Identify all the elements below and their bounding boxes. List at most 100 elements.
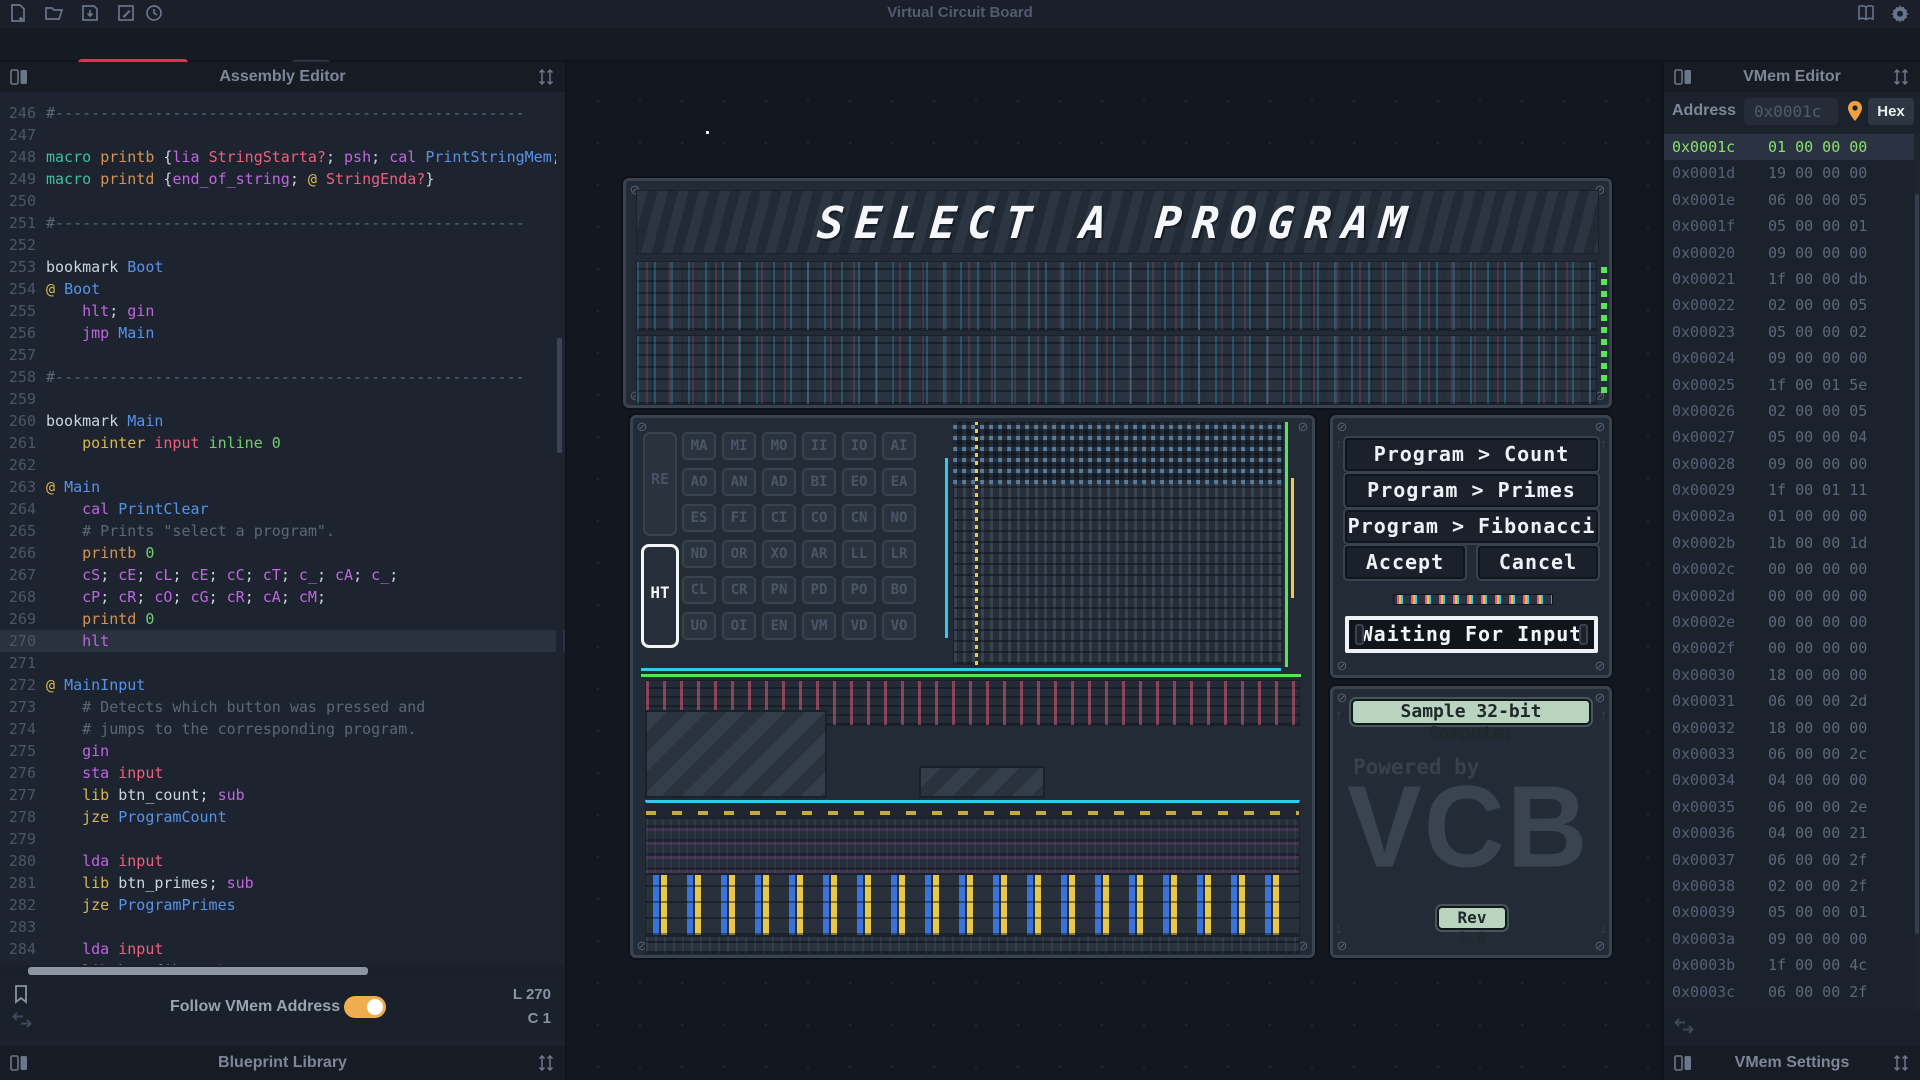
- probe-cell-oi[interactable]: OI: [722, 612, 756, 640]
- vmem-editor-header[interactable]: VMem Editor: [1664, 62, 1920, 92]
- vmem-row[interactable]: 0x0002a01 00 00 00: [1664, 503, 1914, 529]
- code-line[interactable]: 255 hlt; gin: [0, 300, 565, 322]
- vmem-row[interactable]: 0x0003018 00 00 00: [1664, 662, 1914, 688]
- vmem-row[interactable]: 0x0002e00 00 00 00: [1664, 609, 1914, 635]
- code-line[interactable]: 254@ Boot: [0, 278, 565, 300]
- probe-cell-io[interactable]: IO: [842, 432, 876, 460]
- code-line[interactable]: 251#------------------------------------…: [0, 212, 565, 234]
- code-line[interactable]: 253bookmark Boot: [0, 256, 565, 278]
- probe-cell-eo[interactable]: EO: [842, 468, 876, 496]
- code-line[interactable]: 276 sta input: [0, 762, 565, 784]
- panel-resize-icon[interactable]: [537, 69, 555, 85]
- control-board[interactable]: ⊘ ⊘ ⊘ ⊘ ↑ ↑ Program > CountProgram > Pri…: [1330, 415, 1612, 678]
- vmem-row[interactable]: 0x0003106 00 00 2d: [1664, 688, 1914, 714]
- probe-cell-vm[interactable]: VM: [802, 612, 836, 640]
- probe-cell-bo[interactable]: BO: [882, 576, 916, 604]
- code-line[interactable]: 256 jmp Main: [0, 322, 565, 344]
- vmem-row[interactable]: 0x0003802 00 00 2f: [1664, 873, 1914, 899]
- code-line[interactable]: 284 lda input: [0, 938, 565, 960]
- probe-cell-halt[interactable]: HT: [641, 544, 679, 648]
- code-line[interactable]: 248macro printb {lia StringStarta?; psh;…: [0, 146, 565, 168]
- code-line[interactable]: 279: [0, 828, 565, 850]
- vmem-settings-header[interactable]: VMem Settings: [1664, 1046, 1920, 1080]
- code-line[interactable]: 278 jze ProgramCount: [0, 806, 565, 828]
- code-line[interactable]: 249macro printd {end_of_string; @ String…: [0, 168, 565, 190]
- scrollbar-thumb[interactable]: [557, 338, 562, 453]
- probe-cell-xo[interactable]: XO: [762, 540, 796, 568]
- panel-resize-icon[interactable]: [1892, 1055, 1910, 1071]
- code-line[interactable]: 247: [0, 124, 565, 146]
- panel-resize-icon[interactable]: [537, 1055, 555, 1071]
- swap-icon[interactable]: [12, 1012, 32, 1028]
- code-line[interactable]: 283: [0, 916, 565, 938]
- program-button-primes[interactable]: Program > Primes: [1345, 474, 1598, 507]
- probe-cell-uo[interactable]: UO: [682, 612, 716, 640]
- vmem-row[interactable]: 0x0002202 00 00 05: [1664, 292, 1914, 318]
- vmem-row[interactable]: 0x0003b1f 00 00 4c: [1664, 952, 1914, 978]
- probe-cell-ea[interactable]: EA: [882, 468, 916, 496]
- code-line[interactable]: 261 pointer input inline 0: [0, 432, 565, 454]
- code-vertical-scrollbar[interactable]: [556, 92, 563, 965]
- cpu-board[interactable]: ⊘ ⊘ ⊘ ⊘ RE HT MAMIMOIIIOAIAOANADBIEOEAES…: [630, 415, 1315, 958]
- probe-cell-cn[interactable]: CN: [842, 504, 876, 532]
- vmem-row[interactable]: 0x0002809 00 00 00: [1664, 451, 1914, 477]
- marquee-board[interactable]: ⊘ ⊘ ⊘ ⊘ SELECT A PROGRAM: [623, 178, 1612, 408]
- probe-cell-ci[interactable]: CI: [762, 504, 796, 532]
- probe-cell-ll[interactable]: LL: [842, 540, 876, 568]
- vmem-row[interactable]: 0x000291f 00 01 11: [1664, 477, 1914, 503]
- code-line[interactable]: 259: [0, 388, 565, 410]
- vmem-row[interactable]: 0x0002f00 00 00 00: [1664, 635, 1914, 661]
- vmem-row[interactable]: 0x0002409 00 00 00: [1664, 345, 1914, 371]
- code-line[interactable]: 263@ Main: [0, 476, 565, 498]
- goto-pin-icon[interactable]: [1846, 100, 1864, 122]
- vmem-row[interactable]: 0x0003905 00 00 01: [1664, 899, 1914, 925]
- address-input[interactable]: 0x0001c: [1744, 98, 1838, 125]
- branding-board[interactable]: ⊘ ⊘ ⊘ ⊘ ↑ ↑ ↓ ↓ Sample 32-bit Computer P…: [1330, 686, 1612, 958]
- vmem-row[interactable]: 0x0003218 00 00 00: [1664, 715, 1914, 741]
- code-line[interactable]: 277 lib btn_count; sub: [0, 784, 565, 806]
- code-editor[interactable]: 246#------------------------------------…: [0, 92, 565, 965]
- code-horizontal-scrollbar[interactable]: [0, 965, 565, 977]
- open-file-icon[interactable]: [44, 3, 64, 23]
- code-line[interactable]: 267 cS; cE; cL; cE; cC; cT; c_; cA; c_;: [0, 564, 565, 586]
- probe-cell-bi[interactable]: BI: [802, 468, 836, 496]
- probe-cell-ii[interactable]: II: [802, 432, 836, 460]
- edit-file-icon[interactable]: [116, 3, 136, 23]
- vmem-row[interactable]: 0x0003c06 00 00 2f: [1664, 979, 1914, 1005]
- code-line[interactable]: 265 # Prints "select a program".: [0, 520, 565, 542]
- panel-resize-icon[interactable]: [1892, 69, 1910, 85]
- probe-cell-an[interactable]: AN: [722, 468, 756, 496]
- probe-cell-ai[interactable]: AI: [882, 432, 916, 460]
- vmem-scrollbar[interactable]: [1914, 134, 1920, 1010]
- vmem-row[interactable]: 0x0003706 00 00 2f: [1664, 847, 1914, 873]
- vmem-row[interactable]: 0x0002b1b 00 00 1d: [1664, 530, 1914, 556]
- code-line[interactable]: 282 jze ProgramPrimes: [0, 894, 565, 916]
- probe-cell-vo[interactable]: VO: [882, 612, 916, 640]
- vmem-table[interactable]: 0x0001c01 00 00 000x0001d19 00 00 000x00…: [1664, 134, 1914, 1010]
- vmem-row[interactable]: 0x0002c00 00 00 00: [1664, 556, 1914, 582]
- vmem-row[interactable]: 0x0003506 00 00 2e: [1664, 794, 1914, 820]
- probe-cell-reset[interactable]: RE: [643, 432, 677, 536]
- probe-cell-fi[interactable]: FI: [722, 504, 756, 532]
- code-line[interactable]: 274 # jumps to the corresponding program…: [0, 718, 565, 740]
- code-line[interactable]: 273 # Detects which button was pressed a…: [0, 696, 565, 718]
- code-line[interactable]: 270 hlt: [0, 630, 565, 652]
- probe-cell-cr[interactable]: CR: [722, 576, 756, 604]
- blueprint-library-header[interactable]: Blueprint Library: [0, 1046, 565, 1080]
- manual-book-icon[interactable]: [1856, 3, 1876, 23]
- code-line[interactable]: 275 gin: [0, 740, 565, 762]
- vmem-row[interactable]: 0x0001d19 00 00 00: [1664, 160, 1914, 186]
- probe-cell-ad[interactable]: AD: [762, 468, 796, 496]
- code-line[interactable]: 260bookmark Main: [0, 410, 565, 432]
- probe-cell-or[interactable]: OR: [722, 540, 756, 568]
- code-line[interactable]: 269 printd 0: [0, 608, 565, 630]
- code-line[interactable]: 262: [0, 454, 565, 476]
- code-line[interactable]: 252: [0, 234, 565, 256]
- follow-vmem-toggle[interactable]: [344, 996, 386, 1018]
- vmem-row[interactable]: 0x0003306 00 00 2c: [1664, 741, 1914, 767]
- vmem-row[interactable]: 0x0003a09 00 00 00: [1664, 926, 1914, 952]
- vmem-row[interactable]: 0x0002705 00 00 04: [1664, 424, 1914, 450]
- code-line[interactable]: 266 printb 0: [0, 542, 565, 564]
- code-line[interactable]: 246#------------------------------------…: [0, 102, 565, 124]
- vmem-row[interactable]: 0x000211f 00 00 db: [1664, 266, 1914, 292]
